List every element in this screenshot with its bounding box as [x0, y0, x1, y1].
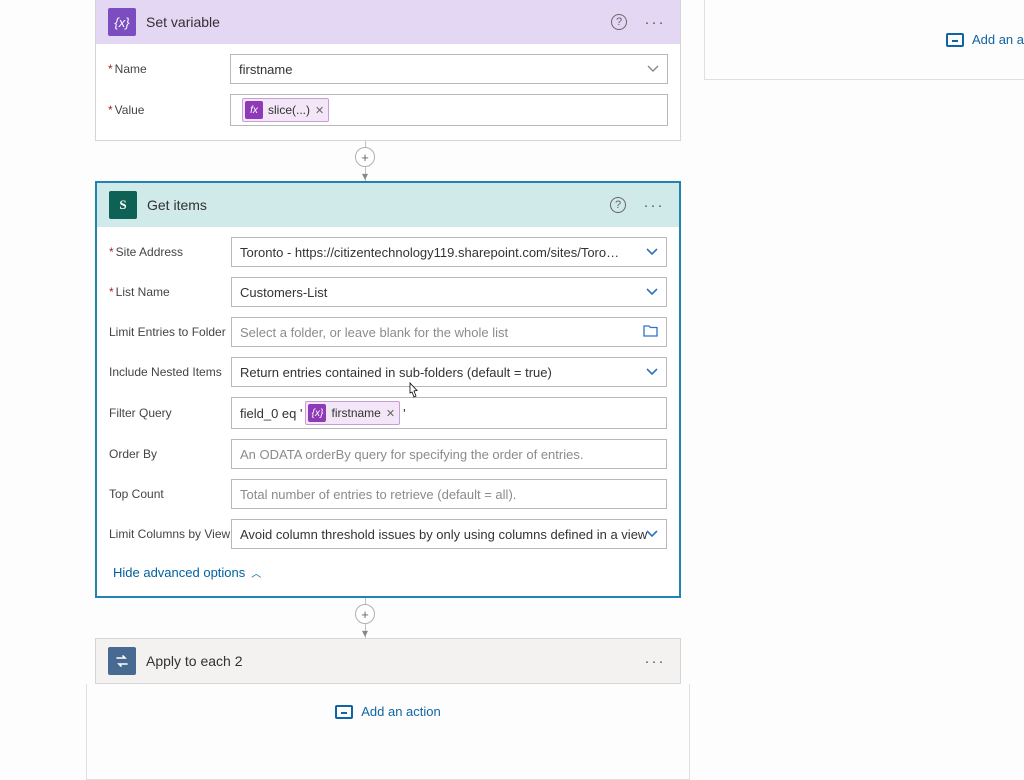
arrow-down-icon: ▾ [362, 626, 368, 640]
name-value: firstname [239, 62, 292, 77]
field-label: Order By [109, 447, 231, 461]
flow-canvas: {x} Set variable ? ··· *Name firstname *… [40, 0, 690, 780]
get-items-card[interactable]: S Get items ? ··· *Site Address Toronto … [95, 181, 681, 598]
chevron-down-icon [646, 286, 658, 298]
side-panel: Add an a [704, 0, 1024, 80]
set-variable-card[interactable]: {x} Set variable ? ··· *Name firstname *… [95, 0, 681, 141]
help-icon[interactable]: ? [606, 9, 632, 35]
card-menu-button[interactable]: ··· [641, 192, 667, 218]
site-address-value: Toronto - https://citizentechnology119.s… [240, 245, 620, 260]
mouse-cursor-icon [404, 382, 420, 400]
token-text: slice(...) [268, 103, 310, 117]
name-dropdown[interactable]: firstname [230, 54, 668, 84]
field-label: *Name [108, 62, 230, 76]
filter-suffix: ' [403, 406, 405, 421]
order-by-input[interactable]: An ODATA orderBy query for specifying th… [231, 439, 667, 469]
limit-columns-value: Avoid column threshold issues by only us… [240, 527, 647, 542]
field-label: Top Count [109, 487, 231, 501]
card-title: Set variable [146, 14, 596, 30]
limit-columns-dropdown[interactable]: Avoid column threshold issues by only us… [231, 519, 667, 549]
chevron-down-icon [646, 528, 658, 540]
field-label: Filter Query [109, 406, 231, 420]
insert-step-button[interactable]: + [355, 147, 375, 167]
connector: + ▾ [40, 141, 690, 181]
sharepoint-icon: S [109, 191, 137, 219]
loop-icon [108, 647, 136, 675]
token-remove-icon[interactable]: ✕ [386, 407, 395, 420]
get-items-header[interactable]: S Get items ? ··· [97, 183, 679, 227]
fx-icon: fx [245, 101, 263, 119]
filter-prefix: field_0 eq ' [240, 406, 302, 421]
list-name-dropdown[interactable]: Customers-List [231, 277, 667, 307]
card-title: Get items [147, 197, 595, 213]
add-action-icon [335, 705, 353, 719]
expression-token[interactable]: fx slice(...) ✕ [242, 98, 329, 122]
site-address-dropdown[interactable]: Toronto - https://citizentechnology119.s… [231, 237, 667, 267]
top-count-placeholder: Total number of entries to retrieve (def… [240, 487, 516, 502]
chevron-up-icon: ︿ [251, 565, 261, 580]
apply-to-each-header[interactable]: Apply to each 2 ··· [96, 639, 680, 683]
add-action-icon [946, 33, 964, 47]
limit-folder-input[interactable]: Select a folder, or leave blank for the … [231, 317, 667, 347]
field-label: *Site Address [109, 245, 231, 259]
field-label: Include Nested Items [109, 365, 231, 379]
order-by-placeholder: An ODATA orderBy query for specifying th… [240, 447, 583, 462]
nested-value: Return entries contained in sub-folders … [240, 365, 552, 380]
token-text: firstname [331, 406, 380, 420]
field-label: Limit Columns by View [109, 527, 231, 541]
top-count-input[interactable]: Total number of entries to retrieve (def… [231, 479, 667, 509]
list-name-value: Customers-List [240, 285, 327, 300]
filter-query-input[interactable]: field_0 eq ' {x} firstname ✕ ' [231, 397, 667, 429]
insert-step-button[interactable]: + [355, 604, 375, 624]
set-variable-body: *Name firstname *Value fx slice(...) ✕ [96, 44, 680, 140]
nested-items-dropdown[interactable]: Return entries contained in sub-folders … [231, 357, 667, 387]
field-label: *Value [108, 103, 230, 117]
get-items-body: *Site Address Toronto - https://citizent… [97, 227, 679, 596]
apply-to-each-card[interactable]: Apply to each 2 ··· [95, 638, 681, 684]
field-label: Limit Entries to Folder [109, 325, 231, 339]
arrow-down-icon: ▾ [362, 169, 368, 183]
chevron-down-icon [647, 63, 659, 75]
variable-token-icon: {x} [308, 404, 326, 422]
field-label: *List Name [109, 285, 231, 299]
set-variable-header[interactable]: {x} Set variable ? ··· [96, 0, 680, 44]
add-action-button[interactable]: Add an action [87, 684, 689, 769]
folder-icon[interactable] [643, 324, 658, 340]
add-action-side-button[interactable]: Add an a [946, 32, 1024, 47]
card-title: Apply to each 2 [146, 653, 632, 669]
variable-token[interactable]: {x} firstname ✕ [305, 401, 400, 425]
token-remove-icon[interactable]: ✕ [315, 104, 324, 117]
help-icon[interactable]: ? [605, 192, 631, 218]
chevron-down-icon [646, 366, 658, 378]
connector: + ▾ [40, 598, 690, 638]
limit-folder-placeholder: Select a folder, or leave blank for the … [240, 325, 508, 340]
variable-icon: {x} [108, 8, 136, 36]
value-input[interactable]: fx slice(...) ✕ [230, 94, 668, 126]
flow-footer: Add an action [86, 684, 690, 780]
card-menu-button[interactable]: ··· [642, 648, 668, 674]
hide-advanced-link[interactable]: Hide advanced options ︿ [109, 559, 261, 582]
chevron-down-icon [646, 246, 658, 258]
card-menu-button[interactable]: ··· [642, 9, 668, 35]
